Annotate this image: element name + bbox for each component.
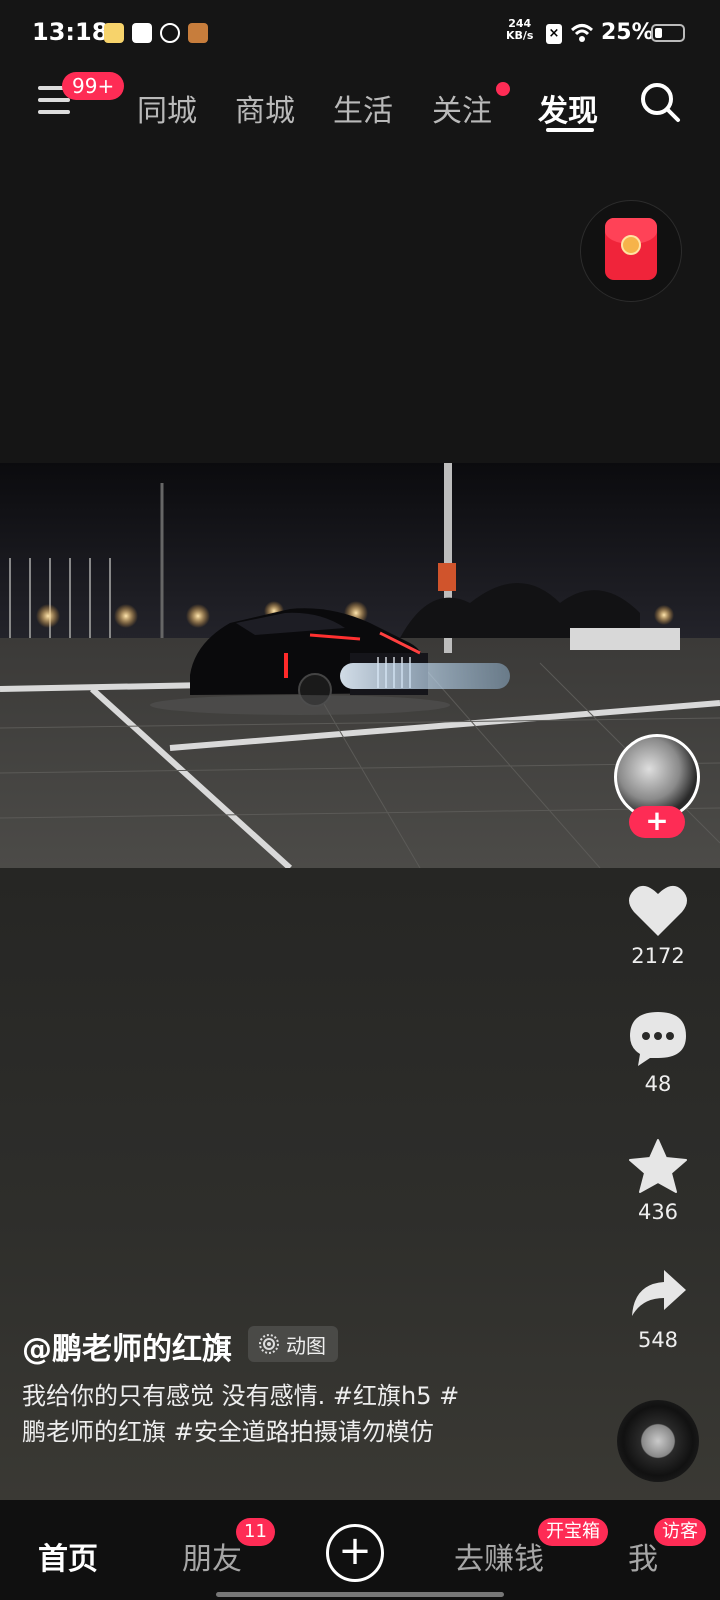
share-button[interactable]: 548 [614, 1266, 702, 1352]
animated-image-tag[interactable]: 动图 [248, 1326, 338, 1362]
favorite-count: 436 [637, 1200, 679, 1224]
red-envelope-icon [605, 218, 657, 280]
network-speed: 244 KB/s [506, 18, 533, 42]
no-sim-icon: × [546, 24, 562, 44]
clock: 13:18 [32, 18, 109, 46]
search-icon[interactable] [638, 80, 682, 124]
star-icon [629, 1139, 687, 1193]
video-frame [0, 463, 720, 868]
tab-mall[interactable]: 商城 [235, 86, 295, 130]
game-notification-icon [188, 23, 208, 43]
like-count: 2172 [631, 944, 685, 968]
home-indicator [216, 1592, 504, 1597]
follow-button[interactable]: + [629, 806, 685, 838]
animated-image-label: 动图 [286, 1333, 326, 1358]
friends-badge: 11 [236, 1518, 275, 1546]
live-photo-icon [259, 1334, 279, 1354]
active-tab-indicator [546, 128, 594, 132]
nav-home[interactable]: 首页 [38, 1534, 98, 1578]
share-icon [632, 1270, 686, 1316]
menu-badge: 99+ [62, 72, 125, 100]
app-notification-icon [104, 23, 124, 43]
battery-percent: 25% [601, 20, 654, 45]
favorite-button[interactable]: 436 [614, 1138, 702, 1224]
tab-nearby[interactable]: 同城 [137, 86, 197, 130]
nav-earn[interactable]: 去赚钱 [454, 1534, 544, 1578]
tab-following[interactable]: 关注 [432, 86, 492, 130]
link-notification-icon [160, 23, 180, 43]
wifi-icon [570, 24, 594, 42]
nav-friends[interactable]: 朋友 [182, 1534, 242, 1578]
battery-icon [651, 24, 685, 42]
video-description[interactable]: 我给你的只有感觉 没有感情. #红旗h5 #鹏老师的红旗 #安全道路拍摄请勿模仿 [22, 1378, 472, 1450]
create-post-button[interactable]: + [326, 1524, 384, 1582]
comment-count: 48 [644, 1072, 672, 1096]
video-player[interactable] [0, 463, 720, 868]
tab-life[interactable]: 生活 [333, 86, 393, 130]
tab-discover[interactable]: 发现 [538, 86, 598, 130]
notification-icons [104, 23, 208, 43]
comment-icon [630, 1012, 686, 1066]
earn-badge: 开宝箱 [538, 1518, 608, 1546]
nav-me[interactable]: 我 [628, 1534, 658, 1578]
share-count: 548 [637, 1328, 679, 1352]
visitor-badge: 访客 [654, 1518, 706, 1546]
following-unread-dot [496, 82, 510, 96]
like-button[interactable]: 2172 [614, 882, 702, 968]
bottom-navigation: 首页 朋友 11 + 去赚钱 开宝箱 我 访客 [0, 1500, 720, 1600]
red-packet-button[interactable] [580, 200, 682, 302]
top-navigation: 99+ 同城 商城 生活 关注 发现 [0, 68, 720, 138]
network-speed-unit: KB/s [506, 29, 534, 42]
heart-icon [629, 885, 687, 936]
music-disc[interactable] [617, 1400, 699, 1482]
mail-notification-icon [132, 23, 152, 43]
status-bar: 13:18 244 KB/s × 25% [0, 0, 720, 68]
comment-button[interactable]: 48 [614, 1010, 702, 1096]
author-name[interactable]: @鹏老师的红旗 [22, 1324, 232, 1368]
